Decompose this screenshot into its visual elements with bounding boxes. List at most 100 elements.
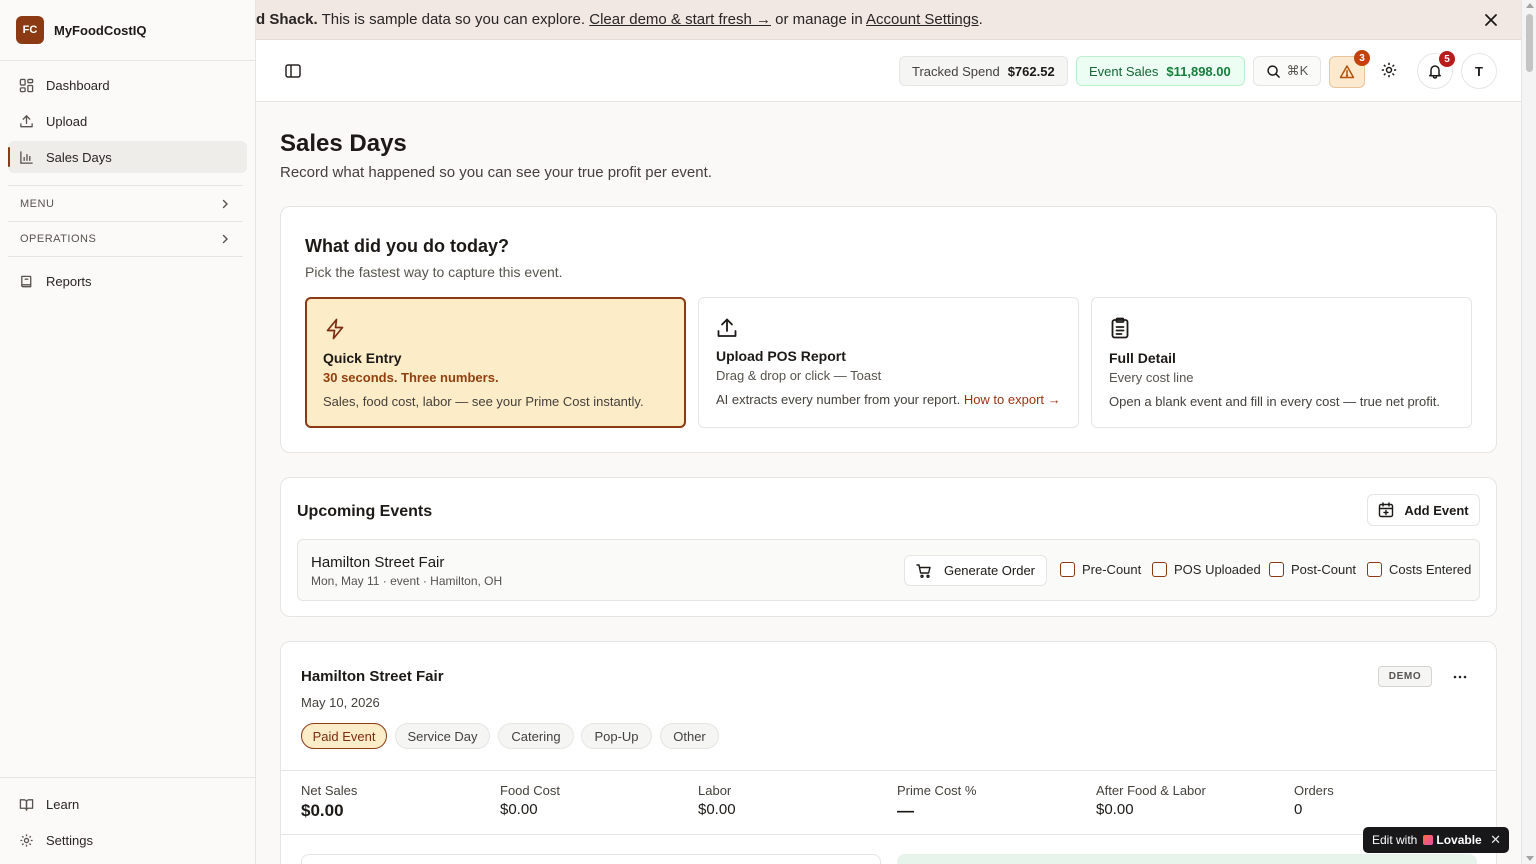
account-settings-link[interactable]: Account Settings [866,11,979,28]
chevron-right-icon [219,198,231,210]
banner-message-2: or manage in [770,11,867,28]
add-event-label: Add Event [1404,502,1469,518]
lovable-logo-icon [1423,835,1434,845]
sidebar-item-sales-days[interactable]: Sales Days [8,141,247,173]
tracked-spend-value: $762.52 [1007,63,1055,79]
banner-message-3: . [978,11,983,28]
tracked-spend-pill[interactable]: Tracked Spend $762.52 [899,56,1068,86]
sidebar-nav: Dashboard Upload Sales Days [0,69,255,173]
stat-food-cost: Food Cost $0.00 [500,783,560,818]
sidebar-group-operations[interactable]: OPERATIONS [8,221,243,257]
sidebar-group-label: OPERATIONS [20,233,97,245]
sidebar-item-label: Learn [46,796,80,812]
sub-panel-left [301,854,881,864]
option-subtitle: 30 seconds. Three numbers. [323,370,499,385]
stat-value: — [897,801,914,820]
event-sales-pill[interactable]: Event Sales $11,898.00 [1076,56,1245,86]
banner-message: This is sample data so you can explore. [317,11,590,28]
capture-title: What did you do today? [305,236,509,256]
sidebar-item-reports[interactable]: Reports [8,265,247,297]
sidebar-item-label: Dashboard [46,77,110,93]
brand-logo: FC [16,16,44,44]
event-type-paid-event[interactable]: Paid Event [301,723,387,749]
post-count-checkbox[interactable]: Post-Count [1269,562,1356,577]
sidebar-item-settings[interactable]: Settings [8,824,248,856]
sidebar-item-label: Upload [46,113,88,129]
chevron-right-icon [219,233,231,245]
checkbox-label: POS Uploaded [1174,562,1261,577]
stat-prime-cost: Prime Cost % — [897,783,976,821]
costs-entered-checkbox[interactable]: Costs Entered [1367,562,1471,577]
generate-order-button[interactable]: Generate Order [904,555,1047,586]
upcoming-event-row[interactable]: Hamilton Street Fair Mon, May 11 · event… [297,539,1480,601]
event-type-service-day[interactable]: Service Day [395,723,490,749]
event-meta: Mon, May 11 · event · Hamilton, OH [311,574,503,588]
sidebar-item-dashboard[interactable]: Dashboard [8,69,247,101]
scroll-down-arrow-icon[interactable] [1526,856,1534,861]
quick-entry-option[interactable]: Quick Entry 30 seconds. Three numbers. S… [305,297,686,428]
page-scrollbar[interactable] [1521,0,1536,864]
alerts-button[interactable]: 3 [1329,50,1370,88]
sidebar-item-label: Reports [46,273,92,289]
event-type-catering[interactable]: Catering [498,723,574,749]
notifications-button[interactable]: 5 [1417,51,1455,89]
stat-value: $0.00 [301,801,344,820]
checkbox-box[interactable] [1152,562,1167,577]
scrollbar-thumb[interactable] [1526,14,1533,72]
stat-value: 0 [1294,801,1303,818]
settings-button[interactable] [1380,61,1400,81]
user-avatar-button[interactable]: T [1461,53,1497,89]
stat-value: $0.00 [500,801,538,818]
upload-icon [715,316,739,340]
how-to-export-link[interactable]: How to export → [964,392,1061,407]
pre-count-checkbox[interactable]: Pre-Count [1060,562,1141,577]
event-type-pop-up[interactable]: Pop-Up [581,723,652,749]
divider [281,834,1496,835]
scroll-up-arrow-icon[interactable] [1526,3,1534,8]
search-shortcut: ⌘K [1286,63,1309,78]
sidebar-group-menu[interactable]: MENU [8,185,243,221]
sales-day-title: Hamilton Street Fair [301,668,444,685]
search-button[interactable]: ⌘K [1253,56,1321,86]
checkbox-box[interactable] [1367,562,1382,577]
alerts-count-badge: 3 [1354,50,1370,66]
stat-labor: Labor $0.00 [698,783,736,818]
brand[interactable]: FC MyFoodCostIQ [0,0,255,61]
full-detail-option[interactable]: Full Detail Every cost line Open a blank… [1091,297,1472,428]
option-description-text: AI extracts every number from your repor… [716,392,964,407]
clear-demo-link[interactable]: Clear demo & start fresh → [589,11,771,28]
upload-pos-option[interactable]: Upload POS Report Drag & drop or click —… [698,297,1079,428]
cart-icon [916,563,932,579]
banner-business-name: d Shack. [256,11,318,28]
sales-day-date: May 10, 2026 [301,695,380,710]
stat-net-sales: Net Sales $0.00 [301,783,357,821]
page-subtitle: Record what happened so you can see your… [280,164,712,181]
clipboard-icon [1108,316,1132,340]
dashboard-icon [18,77,34,93]
stat-value: $0.00 [698,801,736,818]
upcoming-events-card: Upcoming Events Add Event Hamilton Stree… [280,477,1497,617]
sidebar: FC MyFoodCostIQ Dashboard Upload Sales D… [0,0,256,864]
sidebar-nav-reports: Reports [0,265,255,297]
bar-chart-icon [18,149,34,165]
event-type-other[interactable]: Other [660,723,719,749]
event-name: Hamilton Street Fair [311,554,445,571]
close-lovable-badge-button[interactable]: ✕ [1490,832,1501,848]
sidebar-item-learn[interactable]: Learn [8,788,248,820]
calendar-plus-icon [1378,502,1394,518]
brand-name: MyFoodCostIQ [54,22,147,38]
sidebar-toggle-button[interactable] [284,62,302,80]
checkbox-box[interactable] [1269,562,1284,577]
edit-with-lovable-badge[interactable]: Edit with Lovable ✕ [1363,827,1509,853]
more-options-button[interactable] [1452,669,1468,685]
warning-icon [1339,65,1355,79]
sidebar-item-upload[interactable]: Upload [8,105,247,137]
pos-uploaded-checkbox[interactable]: POS Uploaded [1152,562,1261,577]
close-banner-button[interactable] [1481,10,1501,30]
upload-icon [18,113,34,129]
sub-panel-right [897,854,1477,864]
checkbox-label: Costs Entered [1389,562,1472,577]
checkbox-box[interactable] [1060,562,1075,577]
stat-orders: Orders 0 [1294,783,1334,818]
add-event-button[interactable]: Add Event [1367,494,1480,526]
